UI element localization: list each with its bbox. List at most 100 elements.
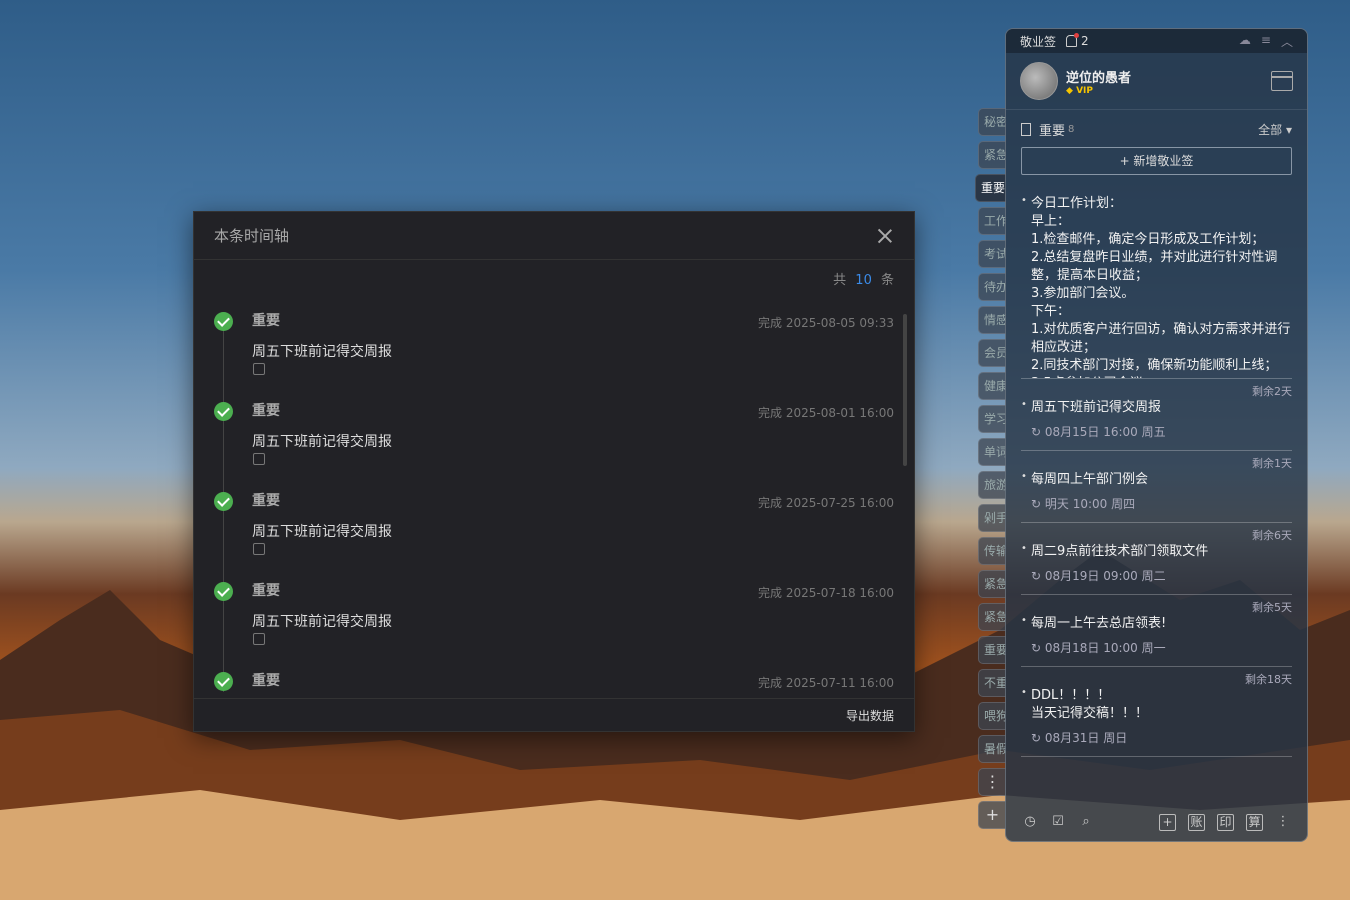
tab-shopping[interactable]: 剁手 [978, 504, 1006, 532]
cloud-icon[interactable]: ☁ [1239, 33, 1251, 50]
avatar[interactable] [1020, 62, 1058, 100]
more-icon[interactable]: ⋮ [978, 768, 1006, 796]
filter-dropdown[interactable]: 全部 ▾ [1258, 121, 1292, 138]
tab-important[interactable]: 重要 [975, 174, 1006, 202]
bell-icon[interactable] [1066, 33, 1080, 47]
dialog-title: 本条时间轴 [214, 227, 290, 245]
more-icon[interactable]: ⋮ [1275, 814, 1291, 830]
add-tab-icon[interactable]: + [978, 801, 1006, 829]
tab-urgent-3[interactable]: 紧急 [978, 603, 1006, 631]
list-item[interactable]: • 今日工作计划： 早上： 1.检查邮件，确定今日形成及工作计划； 2.总结复盘… [1021, 189, 1292, 379]
dialog-header: 本条时间轴 [194, 212, 914, 260]
collapse-icon[interactable]: ︿ [1281, 33, 1293, 50]
dialog-footer: 导出数据 [194, 698, 914, 731]
note-title: 周二9点前往技术部门领取文件 [1031, 544, 1209, 559]
check-icon [214, 672, 233, 691]
count-suffix: 条 [880, 273, 894, 288]
menu-icon[interactable]: ≡ [1261, 33, 1271, 50]
note-remain: 剩余1天 [1252, 457, 1292, 470]
scrollbar[interactable] [903, 314, 907, 466]
tab-emotion[interactable]: 情感 [978, 306, 1006, 334]
tab-study[interactable]: 学习 [978, 405, 1006, 433]
add-note-button[interactable]: + 新增敬业签 [1021, 147, 1292, 175]
tab-todo[interactable]: 待办 [978, 273, 1006, 301]
item-time: 完成 2025-08-01 16:00 [758, 406, 894, 420]
export-data-button[interactable]: 导出数据 [846, 707, 894, 724]
item-text[interactable]: 周五下班前记得交周报 [252, 611, 392, 631]
category-header: 重要 8 全部 ▾ [1006, 120, 1307, 139]
category-name: 重要 [1039, 124, 1066, 139]
list-item[interactable]: 剩余5天 • 每周一上午去总店领表! ↻ 08月18日 10:00 周一 [1021, 595, 1292, 667]
note-remain: 剩余2天 [1252, 385, 1292, 398]
tab-urgent-2[interactable]: 紧急 [978, 570, 1006, 598]
note-title: 每周一上午去总店领表! [1031, 616, 1167, 631]
print-button[interactable]: 印 [1217, 813, 1234, 831]
tab-member[interactable]: 会员 [978, 339, 1006, 367]
note-title: 周五下班前记得交周报 [1031, 400, 1162, 415]
tab-work[interactable]: 工作 [978, 207, 1006, 235]
check-icon [214, 312, 233, 331]
note-due: ↻ 明天 10:00 周四 [1031, 497, 1136, 511]
timeline-item: 重要 完成 2025-08-01 16:00 周五下班前记得交周报 [214, 402, 894, 492]
tab-urgent[interactable]: 紧急 [978, 141, 1006, 169]
check-icon [214, 492, 233, 511]
attachment-icon [253, 543, 265, 555]
tab-health[interactable]: 健康 [978, 372, 1006, 400]
list-item[interactable]: 剩余1天 • 每周四上午部门例会 ↻ 明天 10:00 周四 [1021, 451, 1292, 523]
list-item[interactable]: 剩余18天 • DDL！！！！ 当天记得交稿！！！ ↻ 08月31日 周日 [1021, 667, 1292, 757]
category-tabs: 秘密 紧急 重要 工作 考试 待办 情感 会员 健康 学习 单词 旅游 剁手 传… [975, 108, 1006, 834]
app-name: 敬业签 [1020, 34, 1057, 49]
tab-secret[interactable]: 秘密 [978, 108, 1006, 136]
panel-footer: ◷ ☑ ⌕ + 账 印 算 ⋮ [1006, 803, 1307, 841]
note-title: DDL！！！！ 当天记得交稿！！！ [1031, 688, 1149, 721]
add-icon[interactable]: + [1159, 813, 1176, 831]
account-button[interactable]: 账 [1188, 813, 1205, 831]
tab-transfer[interactable]: 传输 [978, 537, 1006, 565]
note-remain: 剩余6天 [1252, 529, 1292, 542]
item-tag: 重要 [252, 583, 280, 599]
bookmark-icon [1021, 123, 1031, 136]
tab-feed-dog[interactable]: 喂狗 [978, 702, 1006, 730]
search-icon[interactable]: ⌕ [1078, 814, 1094, 830]
calendar-icon[interactable] [1271, 71, 1293, 91]
item-text[interactable]: 周五下班前记得交周报 [252, 431, 392, 451]
timeline-list: 重要 完成 2025-08-05 09:33 周五下班前记得交周报 重要 完成 … [214, 312, 894, 692]
user-bar: 逆位的愚者 ◆ VIP [1006, 53, 1307, 110]
panel-titlebar: 敬业签 2 ☁ ≡ ︿ [1006, 29, 1307, 53]
count-prefix: 共 [833, 273, 847, 288]
calculator-button[interactable]: 算 [1246, 813, 1263, 831]
tab-important-2[interactable]: 重要 [978, 636, 1006, 664]
attachment-icon [253, 453, 265, 465]
list-item[interactable]: 剩余6天 • 周二9点前往技术部门领取文件 ↻ 08月19日 09:00 周二 [1021, 523, 1292, 595]
note-remain: 剩余18天 [1245, 673, 1292, 686]
note-remain: 剩余5天 [1252, 601, 1292, 614]
list-item[interactable]: 剩余2天 • 周五下班前记得交周报 ↻ 08月15日 16:00 周五 [1021, 379, 1292, 451]
item-tag: 重要 [252, 493, 280, 509]
item-tag: 重要 [252, 313, 280, 329]
item-time: 完成 2025-07-25 16:00 [758, 496, 894, 510]
timeline-dialog: 本条时间轴 共 10 条 重要 完成 2025-08-05 09:33 周五下班… [193, 211, 915, 732]
record-count: 共 10 条 [833, 269, 894, 288]
checkbox-icon[interactable]: ☑ [1050, 814, 1066, 830]
tab-words[interactable]: 单词 [978, 438, 1006, 466]
timeline-item: 重要 完成 2025-07-11 16:00 [214, 672, 894, 692]
note-title: 今日工作计划： 早上： 1.检查邮件，确定今日形成及工作计划； 2.总结复盘昨日… [1031, 196, 1291, 378]
note-due: ↻ 08月15日 16:00 周五 [1031, 425, 1166, 439]
item-text[interactable]: 周五下班前记得交周报 [252, 521, 392, 541]
item-time: 完成 2025-08-05 09:33 [758, 316, 894, 330]
note-due: ↻ 08月18日 10:00 周一 [1031, 641, 1166, 655]
attachment-icon [253, 633, 265, 645]
item-text[interactable]: 周五下班前记得交周报 [252, 341, 392, 361]
tab-travel[interactable]: 旅游 [978, 471, 1006, 499]
bell-count: 2 [1081, 34, 1089, 48]
clock-icon[interactable]: ◷ [1022, 814, 1038, 830]
close-icon[interactable] [876, 227, 894, 245]
tab-summer[interactable]: 暑假 [978, 735, 1006, 763]
attachment-icon [253, 363, 265, 375]
category-count: 8 [1068, 124, 1075, 135]
timeline-item: 重要 完成 2025-07-25 16:00 周五下班前记得交周报 [214, 492, 894, 582]
timeline-item: 重要 完成 2025-08-05 09:33 周五下班前记得交周报 [214, 312, 894, 402]
tab-not-important[interactable]: 不重 [978, 669, 1006, 697]
count-value: 10 [855, 273, 872, 288]
tab-exam[interactable]: 考试 [978, 240, 1006, 268]
